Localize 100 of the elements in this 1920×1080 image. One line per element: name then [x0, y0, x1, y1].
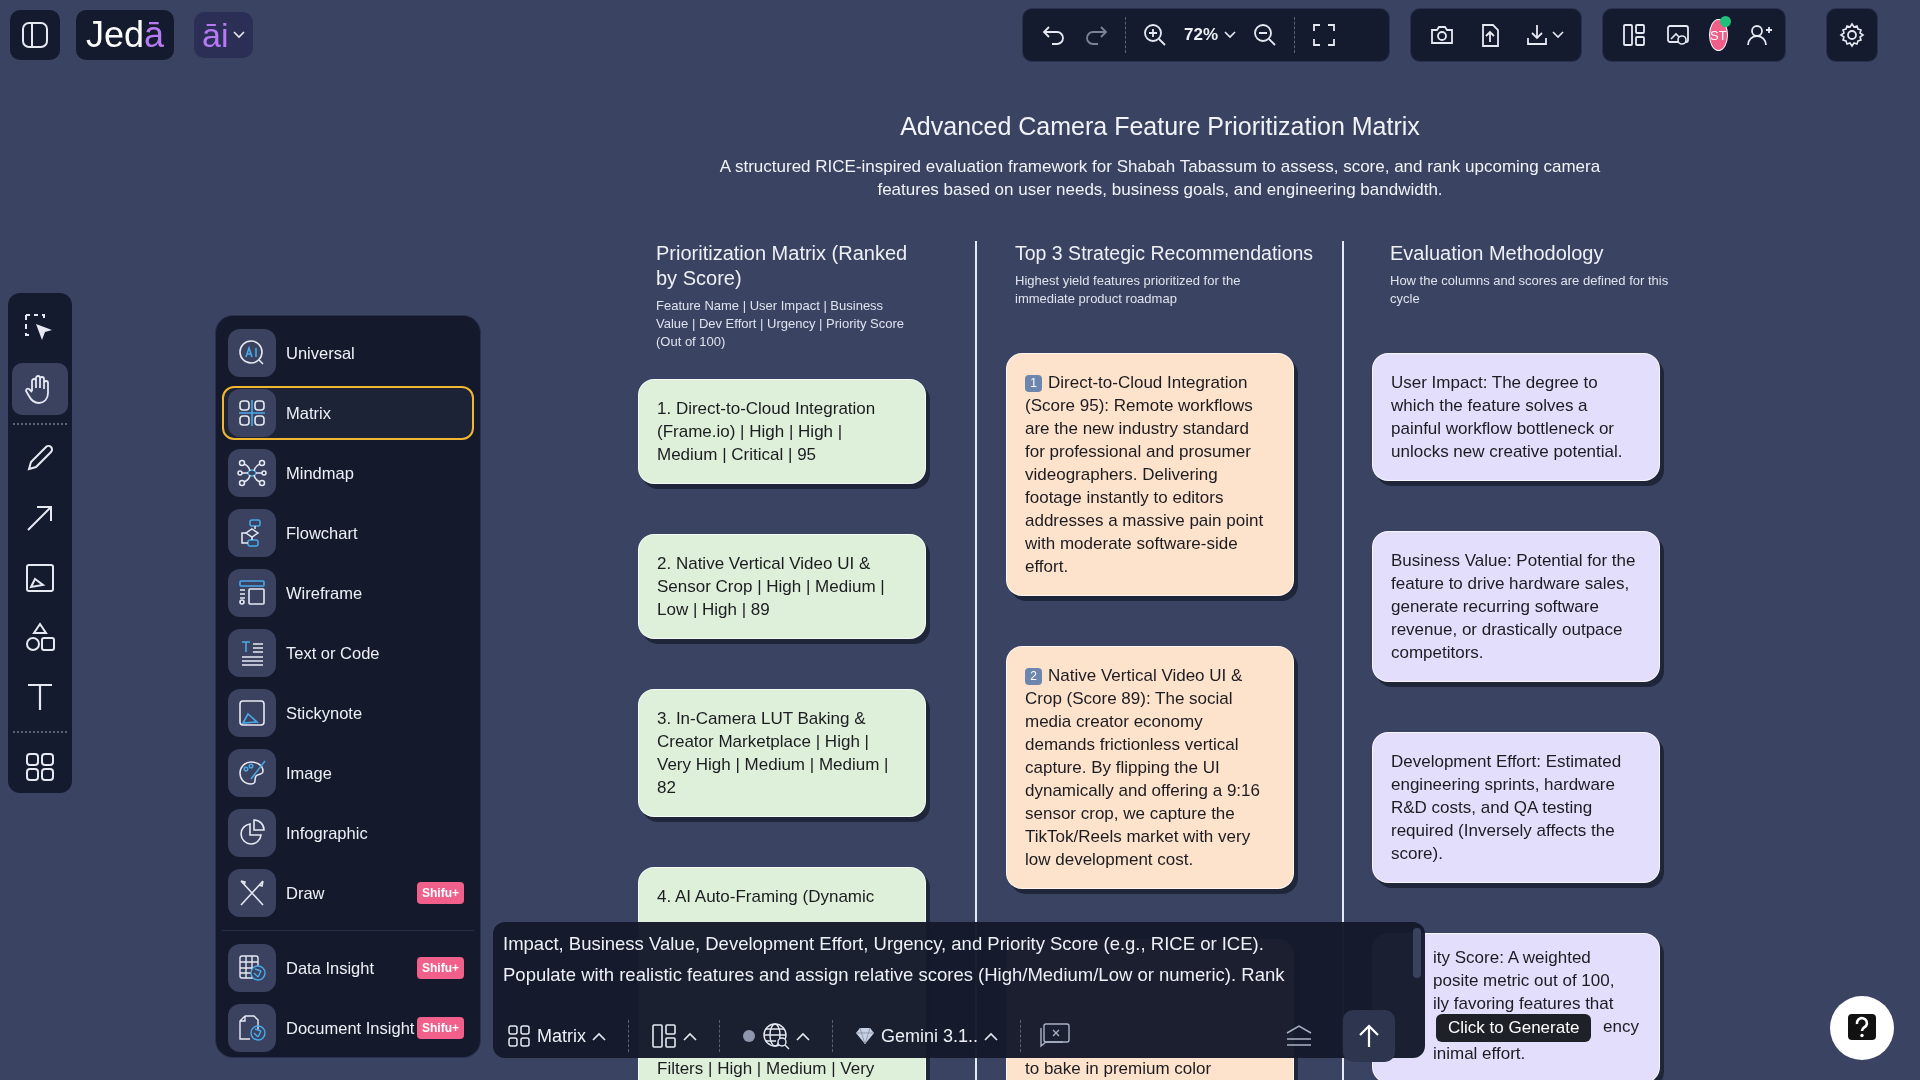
menu-item-label: Flowchart — [286, 523, 358, 543]
column-heading: Top 3 Strategic Recommendations — [1015, 241, 1315, 266]
status-dot — [742, 1029, 756, 1043]
image-search-icon[interactable] — [1665, 22, 1691, 48]
chat-icon[interactable] — [1039, 1022, 1072, 1050]
menu-item-label: Image — [286, 763, 332, 783]
card[interactable]: User Impact: The degree to which the feature solves a painful workflow bottleneck or unlocks new creative potential. — [1372, 353, 1660, 481]
menu-item[interactable]: Text or Code — [222, 626, 474, 680]
menu-item-label: Mindmap — [286, 463, 354, 483]
caret-icon — [683, 1031, 697, 1041]
menu-item[interactable]: Document Insight Shifu+ — [222, 1001, 474, 1055]
gem-icon — [855, 1027, 875, 1045]
number-badge: 2 — [1025, 668, 1042, 685]
card-text: User Impact: The degree to which the feature solves a painful workflow bottleneck or unlocks new creative potential. — [1391, 372, 1624, 463]
ai-menu-button[interactable]: āi — [194, 12, 253, 58]
column-heading: Evaluation Methodology — [1390, 241, 1605, 266]
plan-badge: Shifu+ — [417, 882, 464, 904]
sidebar-icon — [20, 20, 50, 50]
card[interactable] — [1006, 646, 1294, 889]
menu-item-label: Stickynote — [286, 703, 363, 723]
fullscreen-icon[interactable] — [1311, 22, 1338, 48]
card-text: 1 Direct-to-Cloud Integration (Score 95): Remote workflows are the new industry standard for professional and prosumer videographers. Delivering footage instantly to editors addresses a massive pain point with moderate software-side effort. — [1025, 372, 1265, 578]
menu-item-label: Text or Code — [286, 643, 380, 663]
wireframe-icon — [228, 569, 276, 617]
layout-icon[interactable] — [1621, 22, 1647, 48]
card-text: Development Effort: Estimated engineering sprints, hardware R&D costs, and QA testing required (Inversely affects the score). — [1391, 751, 1623, 865]
matrix-title: Advanced Camera Feature Prioritization Matrix — [900, 112, 1420, 141]
menu-item-label: Universal — [286, 343, 355, 363]
help-icon — [1847, 1013, 1877, 1043]
download-icon[interactable] — [1525, 22, 1565, 48]
card[interactable]: Business Value: Potential for the feature to drive hardware sales, generate recurring software revenue, or drastically outpace competitors. — [1372, 531, 1660, 682]
card-text: ency — [1603, 1016, 1639, 1038]
menu-item[interactable]: Universal — [222, 326, 474, 380]
card-text: inimal effort. — [1433, 1043, 1526, 1065]
card-text: 4. AI Auto-Framing (Dynamic — [657, 886, 876, 908]
menu-item[interactable]: Data Insight Shifu+ — [222, 941, 474, 995]
data-icon — [228, 944, 276, 992]
caret-icon — [1224, 31, 1237, 39]
matrix-icon — [228, 389, 276, 437]
zoom-level-dropdown[interactable]: 72% — [1184, 25, 1237, 45]
menu-item-label: Wireframe — [286, 583, 363, 603]
flowchart-icon — [228, 509, 276, 557]
column-heading: Prioritization Matrix (Ranked by Score) — [656, 241, 909, 291]
menu-item-label: Infographic — [286, 823, 368, 843]
card[interactable]: 1. Direct-to-Cloud Integration (Frame.io) | High | High | Medium | Critical | 95 — [638, 379, 926, 484]
card-text: Filters | High | Medium | Very — [657, 1058, 876, 1080]
draw-icon — [228, 869, 276, 917]
settings-icon — [1839, 22, 1865, 48]
menu-item[interactable]: Draw Shifu+ — [222, 866, 474, 920]
card-text: 3. In-Camera LUT Baking & Creator Marketplace | High | Very High | Medium | Medium | 82 — [657, 708, 890, 799]
arrow-up-icon — [1358, 1023, 1380, 1049]
infographic-icon — [228, 809, 276, 857]
sidebar-toggle-button[interactable] — [10, 10, 60, 60]
card[interactable]: 2. Native Vertical Video UI & Sensor Crop | High | Medium | Low | High | 89 — [638, 534, 926, 639]
column-caption: How the columns and scores are defined for this cycle — [1390, 272, 1670, 308]
settings-button[interactable] — [1826, 8, 1878, 62]
collapse-icon[interactable] — [1285, 1023, 1313, 1049]
universal-icon — [228, 329, 276, 377]
card[interactable]: Development Effort: Estimated engineering sprints, hardware R&D costs, and QA testing required (Inversely affects the score). — [1372, 732, 1660, 883]
caret-icon — [232, 31, 245, 39]
layout-icon — [651, 1023, 677, 1049]
card-text: ity Score: A weighted — [1433, 947, 1591, 969]
card[interactable]: 3. In-Camera LUT Baking & Creator Marketplace | High | Very High | Medium | Medium | 82 — [638, 689, 926, 817]
menu-item-label: Data Insight — [286, 958, 375, 978]
add-user-icon[interactable] — [1745, 22, 1772, 48]
menu-item-label: Document Insight — [286, 1018, 415, 1038]
card-text: 1. Direct-to-Cloud Integration (Frame.io) | High | High | Medium | Critical | 95 — [657, 398, 877, 466]
model-dropdown[interactable]: Gemini 3.1.. — [851, 1025, 1003, 1047]
menu-item[interactable]: Matrix — [222, 386, 474, 440]
scrollbar[interactable] — [1413, 928, 1421, 978]
send-button[interactable] — [1343, 1010, 1395, 1062]
hand-tool-button[interactable] — [12, 362, 68, 415]
menu-item[interactable]: Flowchart — [222, 506, 474, 560]
menu-item[interactable]: Wireframe — [222, 566, 474, 620]
zoom-in-icon[interactable] — [1142, 22, 1168, 48]
menu-item[interactable]: Mindmap — [222, 446, 474, 500]
sticky-icon — [228, 689, 276, 737]
card-text: Business Value: Potential for the feature to drive hardware sales, generate recurring software revenue, or drastically outpace competitors. — [1391, 550, 1637, 664]
generate-tooltip: Click to Generate — [1436, 1014, 1592, 1042]
text-icon — [228, 629, 276, 677]
menu-item[interactable]: Infographic — [222, 806, 474, 860]
mindmap-icon — [228, 449, 276, 497]
document-icon — [228, 1004, 276, 1052]
card-text: ily favoring features that — [1433, 993, 1614, 1015]
globe-search-icon — [762, 1022, 790, 1050]
column-caption: Highest yield features prioritized for the immediate product roadmap — [1015, 272, 1242, 308]
card-text: 2 Native Vertical Video UI & Crop (Score 89): The social media creator economy demands frictionless vertical capture. By flipping the UI dynamically and offering a 9:16 sensor crop, we capture the TikTok/Reels market with very low development cost. — [1025, 665, 1261, 871]
matrix-icon — [507, 1024, 531, 1048]
card-text: to bake in premium color — [1025, 1058, 1213, 1080]
menu-item[interactable]: Image — [222, 746, 474, 800]
caret-icon — [796, 1031, 810, 1041]
menu-item[interactable]: Stickynote — [222, 686, 474, 740]
number-badge: 1 — [1025, 375, 1042, 392]
menu-item-label: Draw — [286, 883, 325, 903]
plan-badge: Shifu+ — [417, 957, 464, 979]
card[interactable] — [1006, 353, 1294, 596]
mode-dropdown[interactable]: Matrix — [503, 1024, 610, 1048]
column-caption: Feature Name | User Impact | Business Value | Dev Effort | Urgency | Priority Score (Out of 100) — [656, 297, 906, 351]
plan-badge: Shifu+ — [417, 1017, 464, 1039]
app-logo[interactable]: Jedā — [76, 10, 175, 60]
